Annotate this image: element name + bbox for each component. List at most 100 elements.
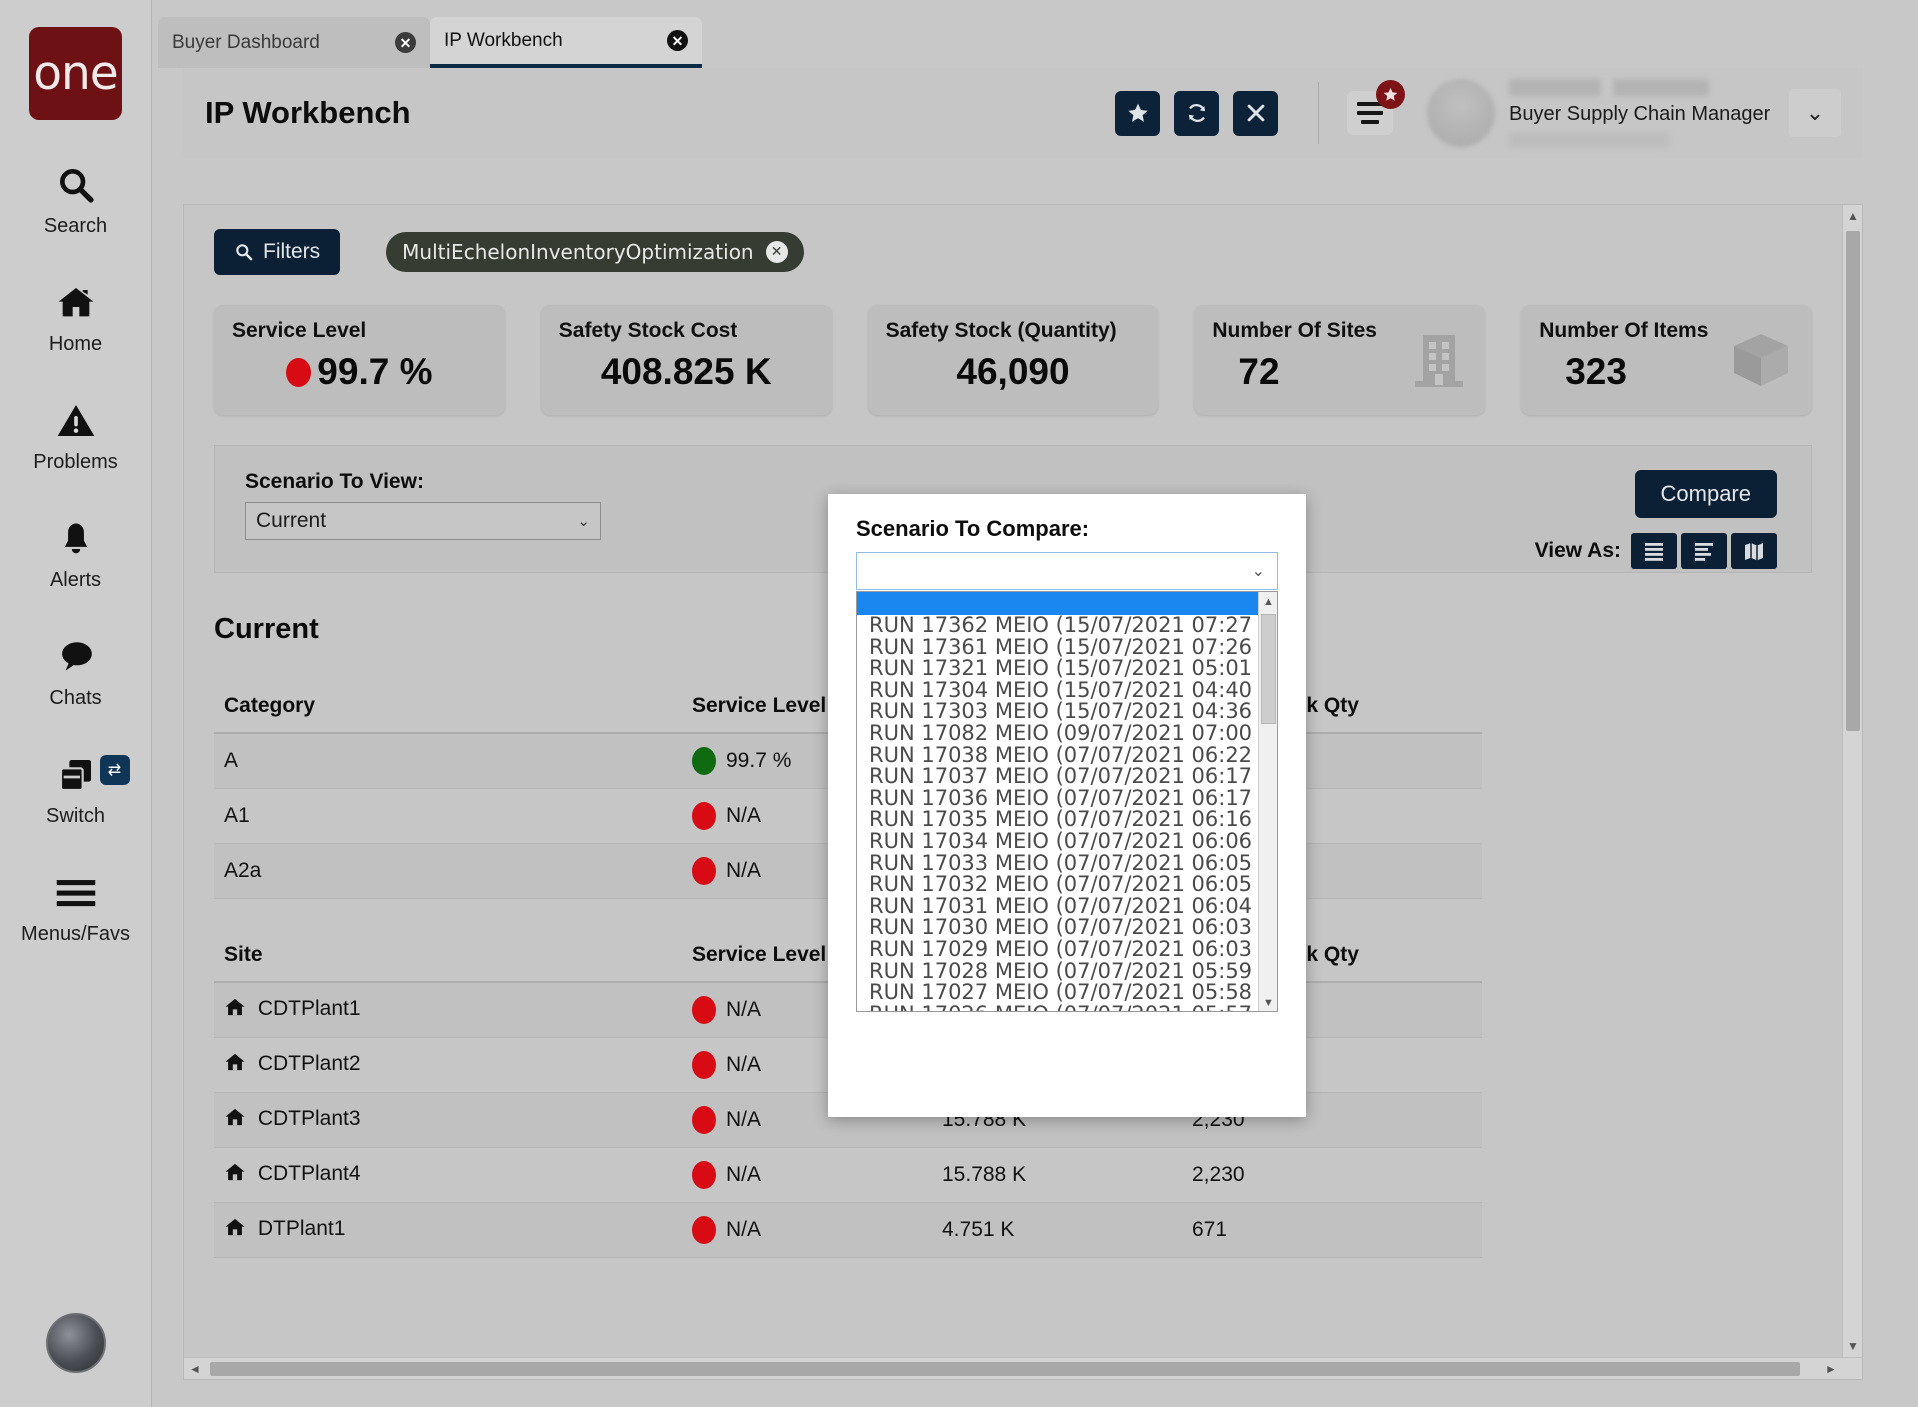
table-row[interactable]: CDTPlant4 N/A 15.788 K 2,230 — [214, 1148, 1482, 1203]
view-as-chart[interactable] — [1681, 533, 1727, 569]
scenario-option-list[interactable]: RUN 17362 MEIO (15/07/2021 07:27 PM) RUN… — [856, 591, 1278, 1012]
filters-button[interactable]: Filters — [214, 229, 340, 275]
option-blank[interactable] — [857, 592, 1277, 615]
scroll-down-icon[interactable]: ▼ — [1843, 1335, 1863, 1357]
list-item[interactable]: RUN 17304 MEIO (15/07/2021 04:40 PM) — [857, 680, 1277, 702]
list-item[interactable]: RUN 17035 MEIO (07/07/2021 06:16 PM) — [857, 809, 1277, 831]
sidebar-item-search[interactable]: Search — [0, 161, 152, 238]
service-level-value: N/A — [726, 1053, 761, 1077]
chevron-down-icon: ⌄ — [577, 512, 590, 530]
site-name: CDTPlant1 — [258, 997, 361, 1020]
kpi-title: Safety Stock (Quantity) — [886, 319, 1141, 343]
cell-site: CDTPlant2 — [214, 1038, 682, 1093]
option-list-scrollbar[interactable]: ▲ ▼ — [1258, 592, 1277, 1012]
sidebar-label-search: Search — [44, 215, 107, 238]
bar-list-icon — [1692, 540, 1716, 562]
kpi-safety-stock-quantity[interactable]: Safety Stock (Quantity) 46,090 — [868, 305, 1159, 415]
sidebar-item-alerts[interactable]: Alerts — [0, 515, 152, 592]
sidebar-item-menus-favs[interactable]: Menus/Favs — [0, 869, 152, 946]
tab-label: Buyer Dashboard — [172, 32, 395, 54]
vertical-scroll-thumb[interactable] — [1846, 231, 1860, 731]
close-icon[interactable]: ✕ — [395, 32, 416, 53]
search-icon — [234, 242, 254, 262]
home-icon — [224, 1109, 252, 1132]
close-x-icon[interactable]: ✕ — [766, 241, 788, 263]
sidebar-label-alerts: Alerts — [50, 569, 101, 592]
list-item[interactable]: RUN 17321 MEIO (15/07/2021 05:01 PM) — [857, 658, 1277, 680]
kpi-number-of-items[interactable]: Number Of Items 323 — [1521, 305, 1812, 415]
cell-site: CDTPlant4 — [214, 1148, 682, 1203]
cell-category: A — [214, 733, 682, 789]
scroll-up-icon[interactable]: ▲ — [1843, 205, 1863, 227]
kpi-safety-stock-cost[interactable]: Safety Stock Cost 408.825 K — [541, 305, 832, 415]
kpi-number-of-sites[interactable]: Number Of Sites 72 — [1194, 305, 1485, 415]
horizontal-scrollbar[interactable]: ◄ ► — [184, 1357, 1863, 1379]
col-site[interactable]: Site — [214, 933, 682, 982]
search-icon — [56, 161, 96, 209]
tab-ip-workbench[interactable]: IP Workbench ✕ — [430, 17, 702, 68]
scenario-to-view-select[interactable]: Current ⌄ — [245, 502, 601, 540]
list-item[interactable]: RUN 17032 MEIO (07/07/2021 06:05 PM) — [857, 874, 1277, 896]
list-item[interactable]: RUN 17028 MEIO (07/07/2021 05:59 PM) — [857, 961, 1277, 983]
cell-cost: 4.751 K — [932, 1203, 1182, 1258]
active-filter-chip[interactable]: MultiEchelonInventoryOptimization ✕ — [386, 232, 803, 272]
list-item[interactable]: RUN 17038 MEIO (07/07/2021 06:22 PM) — [857, 745, 1277, 767]
sidebar-item-switch[interactable]: ⇄ Switch — [0, 751, 152, 828]
list-item[interactable]: RUN 17036 MEIO (07/07/2021 06:17 PM) — [857, 788, 1277, 810]
swap-arrows-icon[interactable]: ⇄ — [100, 755, 130, 785]
scroll-down-icon[interactable]: ▼ — [1259, 993, 1278, 1012]
sidebar-item-home[interactable]: Home — [0, 279, 152, 356]
sidebar-label-home: Home — [49, 333, 102, 356]
list-item[interactable]: RUN 17303 MEIO (15/07/2021 04:36 PM) — [857, 701, 1277, 723]
one-network-logo[interactable]: one — [29, 27, 122, 120]
list-item[interactable]: RUN 17031 MEIO (07/07/2021 06:04 PM) — [857, 896, 1277, 918]
cell-cost: 15.788 K — [932, 1148, 1182, 1203]
list-item[interactable]: RUN 17029 MEIO (07/07/2021 06:03 PM) — [857, 939, 1277, 961]
compare-button[interactable]: Compare — [1635, 470, 1777, 518]
vertical-scrollbar[interactable]: ▲ ▼ — [1842, 205, 1862, 1380]
service-level-value: N/A — [726, 859, 761, 883]
building-icon — [1413, 331, 1465, 398]
service-level-value: 99.7 % — [726, 749, 791, 773]
close-button[interactable] — [1233, 91, 1278, 136]
scroll-right-icon[interactable]: ► — [1820, 1358, 1842, 1380]
menus-favs-button[interactable] — [1347, 91, 1393, 135]
sidebar-avatar[interactable] — [46, 1313, 106, 1373]
cell-site: DTPlant1 — [214, 1203, 682, 1258]
list-item[interactable]: RUN 17361 MEIO (15/07/2021 07:26 PM) — [857, 637, 1277, 659]
filters-label: Filters — [263, 240, 320, 264]
tab-buyer-dashboard[interactable]: Buyer Dashboard ✕ — [158, 17, 430, 68]
list-item[interactable]: RUN 17026 MEIO (07/07/2021 05:57 PM) — [857, 1004, 1277, 1012]
kpi-value-wrap: 99.7 % — [232, 351, 487, 393]
list-item[interactable]: RUN 17362 MEIO (15/07/2021 07:27 PM) — [857, 615, 1277, 637]
table-row[interactable]: DTPlant1 N/A 4.751 K 671 — [214, 1203, 1482, 1258]
main-sidebar: one Search Home Problems Alerts — [0, 0, 152, 1407]
favorite-button[interactable] — [1115, 91, 1160, 136]
page-title: IP Workbench — [205, 95, 411, 131]
horizontal-scroll-thumb[interactable] — [210, 1362, 1800, 1376]
scroll-up-icon[interactable]: ▲ — [1259, 592, 1278, 612]
view-as-label: View As: — [1535, 539, 1621, 563]
scroll-left-icon[interactable]: ◄ — [184, 1358, 206, 1380]
kpi-service-level[interactable]: Service Level 99.7 % — [214, 305, 505, 415]
list-item[interactable]: RUN 17027 MEIO (07/07/2021 05:58 PM) — [857, 982, 1277, 1004]
sidebar-item-chats[interactable]: Chats — [0, 633, 152, 710]
avatar[interactable] — [1427, 79, 1495, 147]
tab-bar: Buyer Dashboard ✕ IP Workbench ✕ — [152, 0, 1918, 68]
list-item[interactable]: RUN 17037 MEIO (07/07/2021 06:17 PM) — [857, 766, 1277, 788]
col-category[interactable]: Category — [214, 684, 682, 733]
view-as-map[interactable] — [1731, 533, 1777, 569]
chevron-down-icon[interactable]: ⌄ — [1789, 89, 1841, 137]
sidebar-item-problems[interactable]: Problems — [0, 397, 152, 474]
view-as-table[interactable] — [1631, 533, 1677, 569]
list-item[interactable]: RUN 17033 MEIO (07/07/2021 06:05 PM) — [857, 853, 1277, 875]
close-icon[interactable]: ✕ — [667, 30, 688, 51]
list-item[interactable]: RUN 17082 MEIO (09/07/2021 07:00 PM) — [857, 723, 1277, 745]
option-scroll-thumb[interactable] — [1261, 614, 1276, 724]
header-divider — [1318, 82, 1319, 144]
list-item[interactable]: RUN 17030 MEIO (07/07/2021 06:03 PM) — [857, 917, 1277, 939]
cell-qty: 671 — [1182, 1203, 1482, 1258]
scenario-to-compare-select[interactable]: ⌄ — [856, 552, 1278, 590]
refresh-button[interactable] — [1174, 91, 1219, 136]
list-item[interactable]: RUN 17034 MEIO (07/07/2021 06:06 PM) — [857, 831, 1277, 853]
